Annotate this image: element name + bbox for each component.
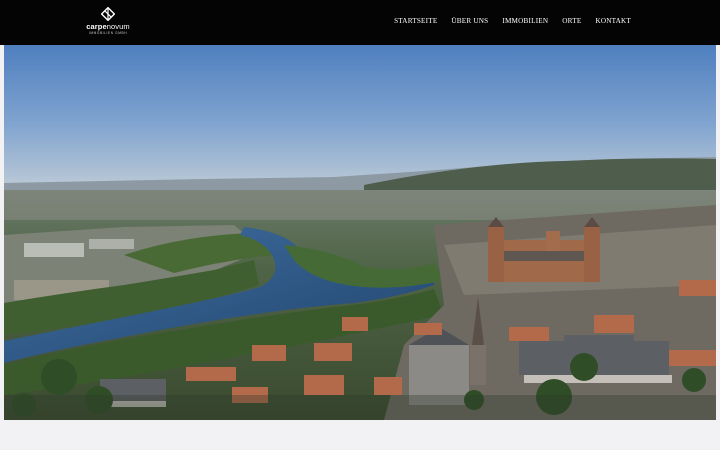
nav-item-orte[interactable]: ORTE: [562, 17, 581, 25]
logo[interactable]: carpenovum IMMOBILIEN GMBH: [84, 7, 132, 37]
page-background-strip: [0, 420, 720, 450]
logo-mark-icon: [101, 7, 115, 21]
aerial-city-photo: [4, 45, 716, 420]
logo-tagline: IMMOBILIEN GMBH: [88, 31, 128, 35]
hero-image: [4, 45, 716, 420]
nav-item-ueber-uns[interactable]: ÜBER UNS: [451, 17, 488, 25]
main-nav: STARTSEITE ÜBER UNS IMMOBILIEN ORTE KONT…: [394, 17, 631, 25]
nav-item-startseite[interactable]: STARTSEITE: [394, 17, 437, 25]
nav-item-kontakt[interactable]: KONTAKT: [595, 17, 631, 25]
logo-wordmark: carpenovum: [86, 22, 130, 31]
nav-item-immobilien[interactable]: IMMOBILIEN: [502, 17, 548, 25]
site-header: carpenovum IMMOBILIEN GMBH STARTSEITE ÜB…: [0, 0, 720, 45]
